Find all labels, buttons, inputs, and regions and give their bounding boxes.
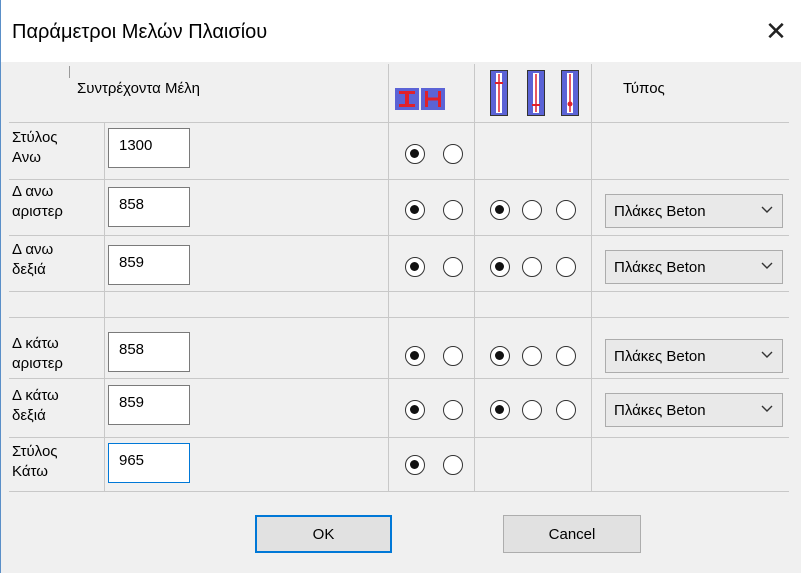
chevron-down-icon: [761, 405, 773, 412]
position-radio-top[interactable]: [490, 346, 510, 366]
row-label-line2: δεξιά: [12, 407, 46, 424]
row-label-line2: δεξιά: [12, 261, 46, 278]
member-id-input-beam-top-right[interactable]: 859: [108, 245, 190, 285]
row-label-line1: Δ κάτω: [12, 387, 59, 404]
grid-line: [9, 437, 789, 438]
profile-radio-h-beam[interactable]: [443, 144, 463, 164]
member-id-input-beam-bottom-right[interactable]: 859: [108, 385, 190, 425]
chevron-down-icon: [761, 351, 773, 358]
chevron-down-icon: [761, 206, 773, 213]
members-header: Συντρέχοντα Μέλη: [77, 80, 201, 97]
type-select-beam-top-left[interactable]: Πλάκες Beton: [605, 194, 783, 228]
grid-line: [104, 122, 105, 491]
dialog-window: Παράμετροι Μελών Πλαισίου ✕ Συντρέχοντα …: [0, 0, 801, 573]
position-radio-bottom[interactable]: [522, 346, 542, 366]
profile-radio-h-beam[interactable]: [443, 200, 463, 220]
position-radio-bottom[interactable]: [522, 400, 542, 420]
grid-line: [388, 64, 389, 491]
ok-button[interactable]: OK: [255, 515, 392, 553]
title-bar: Παράμετροι Μελών Πλαισίου ✕: [1, 0, 801, 62]
profile-radio-h-beam[interactable]: [443, 400, 463, 420]
type-select-beam-bottom-left[interactable]: Πλάκες Beton: [605, 339, 783, 373]
member-id-input-column-top[interactable]: 1300: [108, 128, 190, 168]
type-select-value: Πλάκες Beton: [614, 347, 706, 365]
row-label-line2: αριστερ: [12, 203, 63, 220]
grid-line: [9, 179, 789, 180]
h-beam-icon: [421, 88, 445, 110]
row-label-column-top: Στύλος Ανω: [12, 128, 58, 168]
grid-line: [9, 378, 789, 379]
profile-radio-h-beam[interactable]: [443, 346, 463, 366]
row-label-beam-bottom-right: Δ κάτω δεξιά: [12, 386, 59, 426]
row-label-line2: Ανω: [12, 149, 41, 166]
profile-radio-h-beam[interactable]: [443, 257, 463, 277]
grid-line: [474, 64, 475, 491]
row-label-beam-top-left: Δ ανω αριστερ: [12, 182, 63, 222]
profile-radio-i-beam[interactable]: [405, 400, 425, 420]
profile-radio-i-beam[interactable]: [405, 455, 425, 475]
position-radio-top[interactable]: [490, 257, 510, 277]
type-select-value: Πλάκες Beton: [614, 202, 706, 220]
profile-radio-i-beam[interactable]: [405, 257, 425, 277]
grid-line: [591, 64, 592, 491]
row-label-column-bottom: Στύλος Κάτω: [12, 442, 58, 482]
profile-radio-h-beam[interactable]: [443, 455, 463, 475]
type-select-beam-bottom-right[interactable]: Πλάκες Beton: [605, 393, 783, 427]
member-id-input-beam-top-left[interactable]: 858: [108, 187, 190, 227]
position-center-icon: [561, 70, 579, 116]
window-title: Παράμετροι Μελών Πλαισίου: [12, 21, 268, 43]
position-radio-top[interactable]: [490, 400, 510, 420]
cancel-button[interactable]: Cancel: [503, 515, 641, 553]
row-label-line2: Κάτω: [12, 463, 48, 480]
row-label-beam-top-right: Δ ανω δεξιά: [12, 240, 53, 280]
grid-line: [9, 291, 789, 292]
profile-radio-i-beam[interactable]: [405, 346, 425, 366]
position-bottom-icon: [527, 70, 545, 116]
type-header: Τύπος: [623, 80, 665, 97]
position-radio-center[interactable]: [556, 400, 576, 420]
profile-radio-i-beam[interactable]: [405, 200, 425, 220]
position-radio-bottom[interactable]: [522, 200, 542, 220]
member-id-input-beam-bottom-left[interactable]: 858: [108, 332, 190, 372]
row-label-line1: Δ ανω: [12, 241, 54, 258]
position-radio-bottom[interactable]: [522, 257, 542, 277]
position-radio-center[interactable]: [556, 257, 576, 277]
member-id-input-column-bottom[interactable]: 965: [108, 443, 190, 483]
chevron-down-icon: [761, 262, 773, 269]
i-beam-icon: [395, 88, 419, 110]
position-top-icon: [490, 70, 508, 116]
type-select-value: Πλάκες Beton: [614, 401, 706, 419]
row-label-line1: Δ κάτω: [12, 335, 59, 352]
grid-line: [9, 317, 789, 318]
position-radio-center[interactable]: [556, 200, 576, 220]
type-select-value: Πλάκες Beton: [614, 258, 706, 276]
row-label-line2: αριστερ: [12, 355, 63, 372]
position-radio-top[interactable]: [490, 200, 510, 220]
type-select-beam-top-right[interactable]: Πλάκες Beton: [605, 250, 783, 284]
row-label-line1: Στύλος: [12, 443, 58, 460]
row-label-line1: Στύλος: [12, 129, 58, 146]
position-radio-center[interactable]: [556, 346, 576, 366]
grid-line: [9, 491, 789, 492]
grid-line: [9, 235, 789, 236]
profile-radio-i-beam[interactable]: [405, 144, 425, 164]
header-tick: [69, 66, 70, 78]
row-label-line1: Δ ανω: [12, 183, 54, 200]
grid-line: [9, 122, 789, 123]
row-label-beam-bottom-left: Δ κάτω αριστερ: [12, 334, 63, 374]
close-icon[interactable]: ✕: [759, 14, 793, 48]
